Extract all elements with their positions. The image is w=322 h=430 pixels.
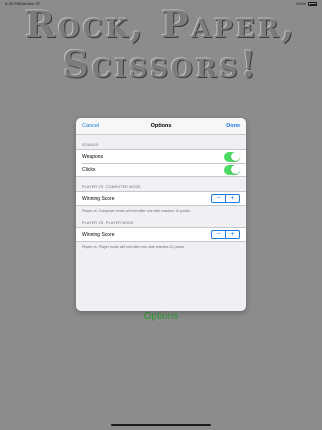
pvp-footer-note: Player vs. Player mode will end after on…	[82, 245, 186, 249]
pvc-section-header: PLAYER VS. COMPUTER MODE	[82, 185, 141, 189]
pvc-decrement-button[interactable]: −	[212, 195, 225, 202]
home-indicator[interactable]	[111, 424, 211, 426]
pvp-decrement-button[interactable]: −	[212, 231, 225, 238]
pvc-footer-note: Player vs. Computer mode will end after …	[82, 209, 191, 213]
sounds-section-header: SOUNDS	[82, 143, 99, 147]
modal-nav-bar: Cancel Options Done	[76, 118, 246, 135]
pvp-group: Winning Score − +	[76, 227, 246, 242]
clicks-row: Clicks	[76, 163, 246, 176]
pvc-winning-score-stepper: − +	[211, 194, 240, 203]
done-button[interactable]: Done	[226, 118, 240, 135]
clicks-toggle[interactable]	[224, 164, 240, 175]
pvp-winning-score-row: Winning Score − +	[76, 228, 246, 241]
weapons-row: Weapons	[76, 150, 246, 163]
pvc-winning-score-label: Winning Score	[82, 195, 115, 202]
pvc-group: Winning Score − +	[76, 191, 246, 206]
cancel-button[interactable]: Cancel	[82, 118, 99, 135]
pvp-winning-score-label: Winning Score	[82, 231, 115, 238]
clicks-label: Clicks	[82, 166, 96, 173]
options-link[interactable]: Options	[0, 311, 322, 322]
toggle-knob	[230, 152, 240, 161]
pvc-increment-button[interactable]: +	[226, 195, 239, 202]
modal-title: Options	[150, 123, 172, 129]
pvc-winning-score-row: Winning Score − +	[76, 192, 246, 205]
options-modal: Cancel Options Done SOUNDS Weapons Click…	[76, 118, 246, 311]
pvp-section-header: PLAYER VS. PLAYER MODE	[82, 221, 134, 225]
weapons-label: Weapons	[82, 153, 104, 160]
pvp-increment-button[interactable]: +	[226, 231, 239, 238]
weapons-toggle[interactable]	[224, 151, 240, 162]
game-title-line2: Scissors!	[62, 44, 260, 86]
sounds-group: Weapons Clicks	[76, 149, 246, 177]
game-title-line1: Rock, Paper,	[24, 4, 298, 46]
toggle-knob	[230, 165, 240, 174]
pvp-winning-score-stepper: − +	[211, 230, 240, 239]
